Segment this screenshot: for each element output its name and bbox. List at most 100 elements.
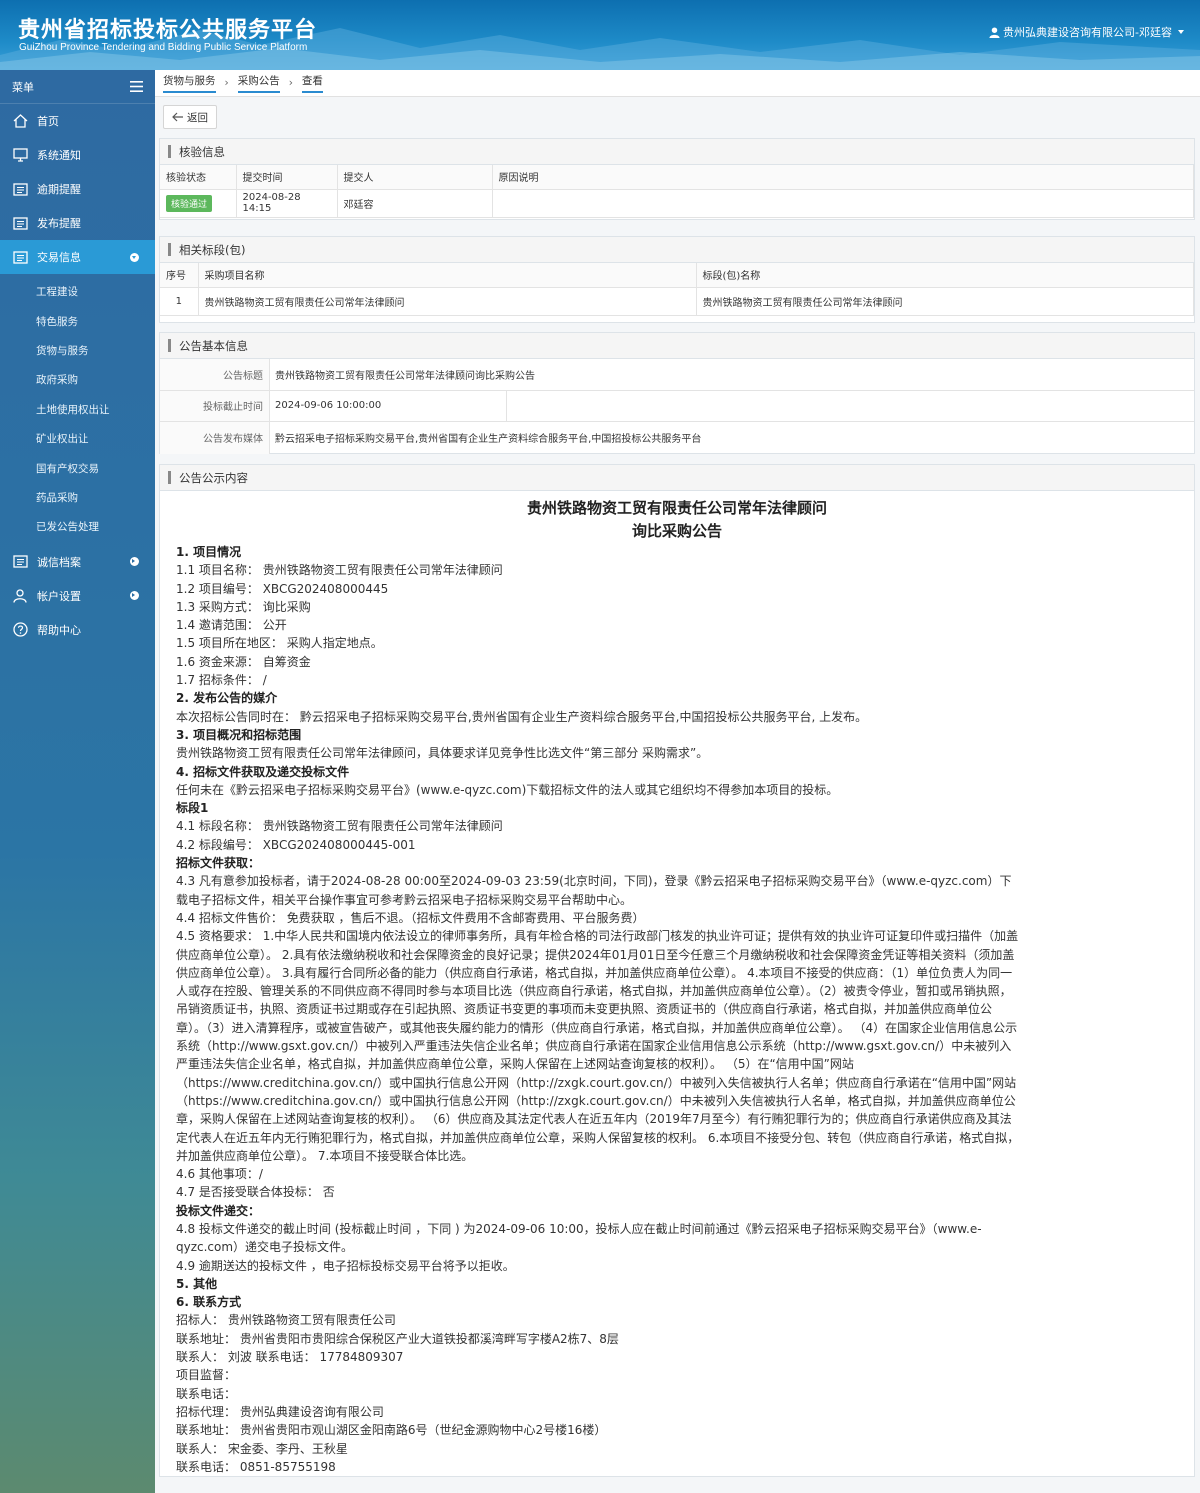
list-icon — [12, 181, 28, 197]
verify-header-person: 提交人 — [337, 165, 493, 190]
sidebar-item-label: 系统通知 — [37, 149, 81, 162]
notice-line: 联系地址： 贵州省贵阳市贵阳综合保税区产业大道铁投都溪湾畔写字楼A2栋7、8层 — [176, 1331, 619, 1346]
verify-table: 核验状态 提交时间 提交人 原因说明 核验通过 2024-08-28 14:15… — [160, 165, 1194, 218]
user-menu[interactable]: 贵州弘典建设咨询有限公司-邓廷容 — [989, 24, 1184, 40]
notice-line: 本次招标公告同时在： 黔云招采电子招标采购交易平台,贵州省国有企业生产资料综合服… — [176, 709, 868, 724]
notice-line: 1.1 项目名称： 贵州铁路物资工贸有限责任公司常年法律顾问 — [176, 563, 503, 578]
notice-text: 1. 项目情况 1.1 项目名称： 贵州铁路物资工贸有限责任公司常年法律顾问 1.2… — [176, 543, 1021, 1476]
sections-table: 序号 采购项目名称 标段(包)名称 1 贵州铁路物资工贸有限责任公司常年法律顾问… — [160, 263, 1194, 316]
notice-line: 招标代理： 贵州弘典建设咨询有限公司 — [176, 1404, 384, 1419]
breadcrumb-procurement[interactable]: 采购公告 — [237, 73, 280, 93]
notice-section-heading: 招标文件获取： — [176, 856, 261, 871]
sidebar-item-home[interactable]: 首页 — [0, 104, 155, 138]
notice-subheading: 询比采购公告 — [631, 522, 722, 540]
basic-label: 公告标题 — [160, 359, 270, 390]
site-title: 贵州省招标投标公共服务平台 — [18, 18, 318, 43]
user-icon — [12, 588, 28, 604]
sidebar-item-help[interactable]: 帮助中心 — [0, 613, 155, 647]
basic-info-title: 公告基本信息 — [160, 333, 1194, 359]
basic-row-media: 公告发布媒体 黔云招采电子招标采购交易平台,贵州省国有企业生产资料综合服务平台,… — [160, 422, 1194, 454]
sections-panel-title: 相关标段(包) — [160, 237, 1194, 263]
back-button[interactable]: 返回 — [163, 105, 217, 129]
verify-header-reason: 原因说明 — [492, 165, 1194, 190]
breadcrumb-separator: › — [224, 77, 229, 89]
breadcrumb-separator: › — [288, 77, 293, 89]
sidebar-item-overdue[interactable]: 逾期提醒 — [0, 172, 155, 206]
notice-line: 4.4 招标文件售价： 免费获取 ，售后不退。（招标文件费用不含邮寄费用、平台服… — [176, 910, 645, 925]
notice-section-heading: 2. 发布公告的媒介 — [176, 691, 278, 706]
verify-panel: 核验信息 核验状态 提交时间 提交人 原因说明 核验通过 2024-08-28 … — [159, 138, 1195, 220]
basic-row-title: 公告标题 贵州铁路物资工贸有限责任公司常年法律顾问询比采购公告 — [160, 359, 1194, 391]
breadcrumb-view[interactable]: 查看 — [301, 73, 323, 93]
notice-line: 任何未在《黔云招采电子招标采购交易平台》(www.e-qyzc.com)下载招标… — [176, 782, 839, 797]
sidebar-item-trading[interactable]: 交易信息 — [0, 240, 155, 274]
sub-item-medicine[interactable]: 药品采购 — [0, 483, 155, 512]
notice-line: 联系电话： — [176, 1386, 237, 1401]
sub-item-mining-rights[interactable]: 矿业权出让 — [0, 424, 155, 453]
chevron-right-icon — [130, 591, 139, 601]
sub-item-engineering[interactable]: 工程建设 — [0, 277, 155, 306]
breadcrumb-goods-services[interactable]: 货物与服务 — [163, 73, 216, 93]
sidebar-item-credit[interactable]: 诚信档案 — [0, 545, 155, 579]
breadcrumb: 货物与服务 › 采购公告 › 查看 — [155, 70, 1200, 97]
notice-line: 1.7 招标条件： / — [176, 673, 267, 688]
menu-header: 菜单 — [0, 70, 155, 104]
notice-section-heading: 投标文件递交： — [176, 1203, 261, 1218]
basic-info-panel: 公告基本信息 公告标题 贵州铁路物资工贸有限责任公司常年法律顾问询比采购公告 投… — [159, 332, 1195, 454]
verify-time: 2024-08-28 14:15 — [236, 189, 338, 218]
verify-header-status: 核验状态 — [160, 165, 237, 190]
sidebar-item-label: 首页 — [37, 115, 59, 128]
sub-item-special-service[interactable]: 特色服务 — [0, 306, 155, 335]
home-icon — [12, 113, 28, 129]
basic-value: 贵州铁路物资工贸有限责任公司常年法律顾问询比采购公告 — [275, 370, 535, 382]
user-name: 贵州弘典建设咨询有限公司-邓廷容 — [1003, 26, 1172, 39]
verify-reason — [492, 189, 1194, 218]
sub-item-gov-procurement[interactable]: 政府采购 — [0, 365, 155, 394]
sidebar-item-label: 发布提醒 — [37, 217, 81, 230]
sidebar-item-notices[interactable]: 系统通知 — [0, 138, 155, 172]
table-row: 1 贵州铁路物资工贸有限责任公司常年法律顾问 贵州铁路物资工贸有限责任公司常年法… — [160, 287, 1194, 316]
help-icon — [12, 622, 28, 638]
back-arrow-icon — [172, 112, 183, 122]
notice-heading: 贵州铁路物资工贸有限责任公司常年法律顾问 — [526, 499, 827, 517]
user-icon — [989, 26, 1000, 38]
notice-line: 4.6 其他事项：/ — [176, 1167, 263, 1182]
back-label: 返回 — [187, 111, 208, 124]
notice-line: 4.2 标段编号： XBCG202408000445-001 — [176, 837, 416, 852]
sections-header-index: 序号 — [160, 263, 199, 288]
main-content: 货物与服务 › 采购公告 › 查看 返回 核验信息 核验状态 提交时间 提交人 … — [155, 70, 1200, 1493]
basic-value: 2024-09-06 10:00:00 — [270, 390, 507, 421]
status-badge: 核验通过 — [166, 194, 213, 212]
sidebar-item-label: 帮助中心 — [37, 623, 81, 637]
notice-line: 4.5 资格要求： 1.中华人民共和国境内依法设立的律师事务所，具有年检合格的司… — [176, 929, 1020, 1163]
notice-section-heading: 4. 招标文件获取及递交投标文件 — [176, 764, 350, 779]
chevron-down-icon — [130, 252, 139, 262]
notice-section-heading: 5. 其他 — [176, 1276, 218, 1291]
notice-line: 4.9 逾期送达的投标文件 ，电子招标投标交易平台将予以拒收。 — [176, 1258, 515, 1273]
sub-item-state-assets[interactable]: 国有产权交易 — [0, 453, 155, 482]
monitor-icon — [12, 147, 28, 163]
site-header: 贵州省招标投标公共服务平台 GuiZhou Province Tendering… — [0, 0, 1200, 70]
notice-line: 1.2 项目编号： XBCG202408000445 — [176, 581, 389, 596]
notice-line: 4.8 投标文件递交的截止时间 (投标截止时间 ，下同 ) 为2024-09-0… — [176, 1221, 982, 1255]
sections-header-project: 采购项目名称 — [198, 263, 697, 288]
notice-line: 4.7 是否接受联合体投标： 否 — [176, 1185, 335, 1200]
sidebar-item-label: 帐户设置 — [37, 589, 81, 603]
notice-line: 联系地址： 贵州省贵阳市观山湖区金阳南路6号（世纪金源购物中心2号楼16楼） — [176, 1423, 607, 1438]
site-subtitle: GuiZhou Province Tendering and Bidding P… — [19, 42, 308, 53]
list-icon — [12, 215, 28, 231]
sidebar-item-publish[interactable]: 发布提醒 — [0, 206, 155, 240]
sub-item-published[interactable]: 已发公告处理 — [0, 512, 155, 541]
verify-person: 邓廷容 — [337, 189, 493, 218]
sections-header-section: 标段(包)名称 — [696, 263, 1194, 288]
sub-item-goods-services[interactable]: 货物与服务 — [0, 336, 155, 365]
notice-line: 联系电话： 0851-85755198 — [176, 1459, 336, 1474]
sidebar-item-label: 交易信息 — [37, 251, 81, 264]
sidebar-item-account[interactable]: 帐户设置 — [0, 579, 155, 613]
hamburger-icon[interactable] — [130, 81, 143, 92]
notice-line: 项目监督： — [176, 1368, 237, 1383]
basic-row-deadline: 投标截止时间 2024-09-06 10:00:00 — [160, 390, 1194, 422]
notice-line: 招标人： 贵州铁路物资工贸有限责任公司 — [176, 1313, 396, 1328]
sub-item-land-use[interactable]: 土地使用权出让 — [0, 395, 155, 424]
sidebar-item-label: 诚信档案 — [37, 555, 81, 569]
